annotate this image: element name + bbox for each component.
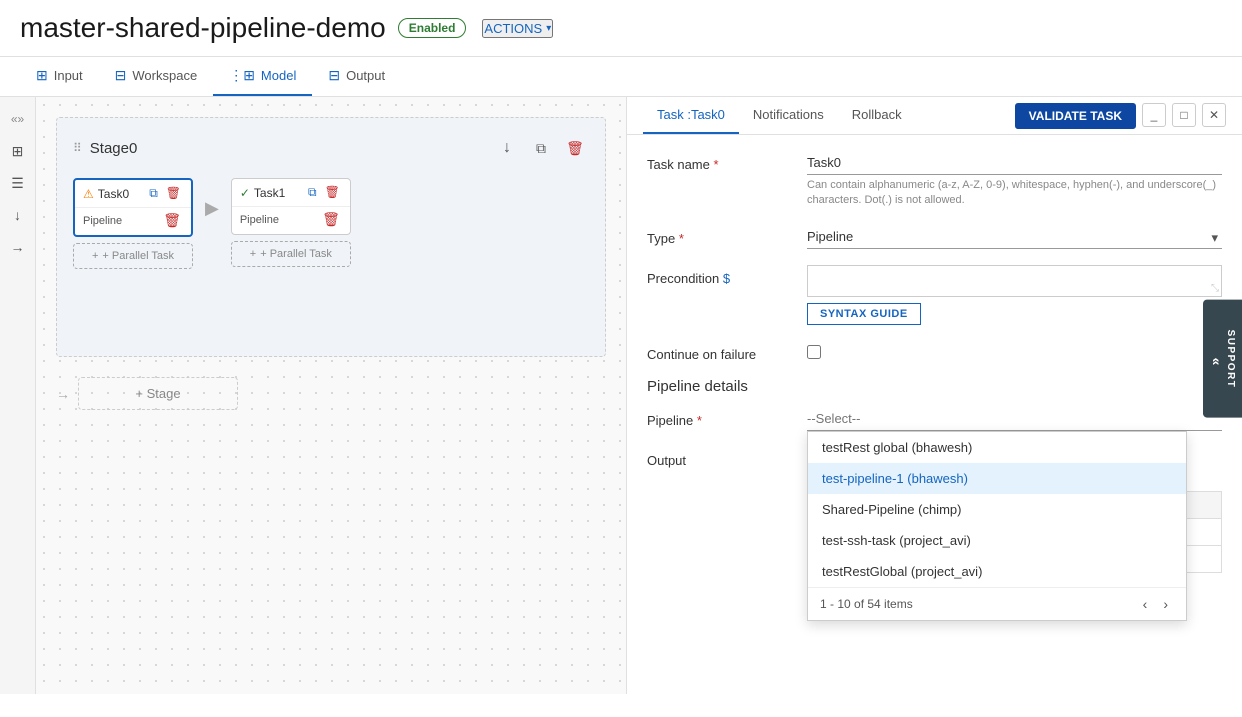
required-indicator: * xyxy=(714,157,719,172)
maximize-button[interactable]: □ xyxy=(1172,103,1196,127)
model-icon: ⋮⊞ xyxy=(229,67,255,84)
remove-task1-button[interactable]: 🗑 xyxy=(320,211,342,228)
support-tab[interactable]: SUPPORT « xyxy=(1203,299,1242,418)
task-card-task1[interactable]: ✓ Task1 ⧉ 🗑 Pipeline 🗑 xyxy=(231,178,351,235)
support-chevron-icon: « xyxy=(1209,358,1225,367)
right-panel: Task :Task0 Notifications Rollback VALID… xyxy=(626,97,1242,694)
download-icon-button[interactable]: ↓ xyxy=(4,201,32,229)
pipeline-details-title: Pipeline details xyxy=(647,378,1222,395)
task-name-hint: Can contain alphanumeric (a-z, A-Z, 0-9)… xyxy=(807,178,1222,209)
pipeline-label: Pipeline * xyxy=(647,407,807,428)
dropdown-footer: 1 - 10 of 54 items ‹ › xyxy=(808,587,1186,620)
stage-container: ⠿ Stage0 ↓ ⧉ 🗑 ⚠ Task0 xyxy=(56,117,606,357)
dropdown-item-5[interactable]: testRestGlobal (project_avi) xyxy=(808,556,1186,587)
page-header: master-shared-pipeline-demo Enabled ACTI… xyxy=(0,0,1242,57)
precondition-textarea-wrapper: ⤡ xyxy=(807,265,1222,297)
task-name-label: Task name * xyxy=(647,151,807,172)
task-card-task0[interactable]: ⚠ Task0 ⧉ 🗑 Pipeline 🗑 xyxy=(73,178,193,237)
tab-workspace[interactable]: ⊟ Workspace xyxy=(99,57,214,96)
actions-button[interactable]: ACTIONS ▾ xyxy=(482,19,553,38)
validate-task-button[interactable]: VALIDATE TASK xyxy=(1015,103,1136,129)
warning-icon: ⚠ xyxy=(83,187,94,201)
grid-icon-button[interactable]: ⊞ xyxy=(4,137,32,165)
collapse-sidebar-button[interactable]: «» xyxy=(4,105,32,133)
add-parallel-task1-button[interactable]: + + Parallel Task xyxy=(231,241,351,267)
copy-stage-button[interactable]: ⧉ xyxy=(527,134,555,162)
panel-body: Task name * Can contain alphanumeric (a-… xyxy=(627,135,1242,694)
arrow-connector: ▶ xyxy=(205,198,219,219)
tab-task[interactable]: Task :Task0 xyxy=(643,97,739,134)
tab-rollback[interactable]: Rollback xyxy=(838,97,916,134)
tab-input[interactable]: ⊞ Input xyxy=(20,57,99,96)
precondition-control: ⤡ SYNTAX GUIDE xyxy=(807,265,1222,325)
type-label: Type * xyxy=(647,225,807,246)
sidebar-icons: «» ⊞ ☰ ↓ → xyxy=(0,97,36,694)
remove-task0-button[interactable]: 🗑 xyxy=(161,212,183,229)
stage-name: Stage0 xyxy=(90,140,138,157)
plus-icon: + xyxy=(92,250,98,262)
stage-header: ⠿ Stage0 ↓ ⧉ 🗑 xyxy=(73,134,589,162)
copy-task1-button[interactable]: ⧉ xyxy=(306,185,319,200)
dropdown-item-2[interactable]: test-pipeline-1 (bhawesh) xyxy=(808,463,1186,494)
close-button[interactable]: ✕ xyxy=(1202,103,1226,127)
plus-icon-1: + xyxy=(250,248,256,260)
workspace-icon: ⊟ xyxy=(115,67,127,84)
pagination-next-button[interactable]: › xyxy=(1157,594,1174,614)
delete-task0-button[interactable]: 🗑 xyxy=(164,186,183,201)
continue-on-failure-checkbox[interactable] xyxy=(807,345,821,359)
task-name-row: Task name * Can contain alphanumeric (a-… xyxy=(647,151,1222,209)
output-icon: ⊟ xyxy=(328,67,340,84)
minimize-button[interactable]: _ xyxy=(1142,103,1166,127)
chevron-down-icon: ▾ xyxy=(546,23,551,34)
task-name-control: Can contain alphanumeric (a-z, A-Z, 0-9)… xyxy=(807,151,1222,209)
syntax-guide-button[interactable]: SYNTAX GUIDE xyxy=(807,303,921,325)
continue-on-failure-control xyxy=(807,341,1222,362)
pipeline-row: Pipeline * testRest global (bhawesh) tes… xyxy=(647,407,1222,431)
tasks-row: ⚠ Task0 ⧉ 🗑 Pipeline 🗑 xyxy=(73,178,589,269)
down-arrow-icon: → xyxy=(56,386,70,402)
main-content: «» ⊞ ☰ ↓ → ⠿ Stage0 ↓ ⧉ 🗑 xyxy=(0,97,1242,694)
pipeline-dropdown: testRest global (bhawesh) test-pipeline-… xyxy=(807,431,1187,621)
input-icon: ⊞ xyxy=(36,67,48,84)
pagination-label: 1 - 10 of 54 items xyxy=(820,597,913,611)
page-title: master-shared-pipeline-demo xyxy=(20,12,386,44)
enabled-badge: Enabled xyxy=(398,18,467,38)
arrow-icon-button[interactable]: → xyxy=(4,233,32,261)
layers-icon-button[interactable]: ☰ xyxy=(4,169,32,197)
canvas-area: ⠿ Stage0 ↓ ⧉ 🗑 ⚠ Task0 xyxy=(36,97,626,694)
type-row: Type * Pipeline xyxy=(647,225,1222,249)
dropdown-item-1[interactable]: testRest global (bhawesh) xyxy=(808,432,1186,463)
dropdown-item-3[interactable]: Shared-Pipeline (chimp) xyxy=(808,494,1186,525)
task-name-input[interactable] xyxy=(807,151,1222,175)
delete-stage-button[interactable]: 🗑 xyxy=(561,134,589,162)
panel-tabs: Task :Task0 Notifications Rollback VALID… xyxy=(627,97,1242,135)
pipeline-select-input[interactable] xyxy=(807,407,1222,431)
success-icon: ✓ xyxy=(240,186,250,200)
add-parallel-task0-button[interactable]: + + Parallel Task xyxy=(73,243,193,269)
nav-tabs: ⊞ Input ⊟ Workspace ⋮⊞ Model ⊟ Output xyxy=(0,57,1242,97)
pagination-prev-button[interactable]: ‹ xyxy=(1137,594,1154,614)
add-stage-button[interactable]: + Stage xyxy=(78,377,238,410)
tab-notifications[interactable]: Notifications xyxy=(739,97,838,134)
precondition-label: Precondition $ xyxy=(647,265,807,286)
output-label: Output xyxy=(647,447,807,468)
drag-handle-icon: ⠿ xyxy=(73,141,82,155)
continue-on-failure-row: Continue on failure xyxy=(647,341,1222,362)
tab-output[interactable]: ⊟ Output xyxy=(312,57,401,96)
download-stage-button[interactable]: ↓ xyxy=(493,134,521,162)
type-select[interactable]: Pipeline xyxy=(807,225,1222,249)
dropdown-item-4[interactable]: test-ssh-task (project_avi) xyxy=(808,525,1186,556)
resize-handle-icon: ⤡ xyxy=(1211,283,1219,294)
copy-task0-button[interactable]: ⧉ xyxy=(147,186,160,201)
tab-model[interactable]: ⋮⊞ Model xyxy=(213,57,312,96)
precondition-row: Precondition $ ⤡ SYNTAX GUIDE xyxy=(647,265,1222,325)
pipeline-select-wrapper: testRest global (bhawesh) test-pipeline-… xyxy=(807,407,1222,431)
precondition-input[interactable] xyxy=(812,270,1217,285)
type-control: Pipeline xyxy=(807,225,1222,249)
continue-on-failure-label: Continue on failure xyxy=(647,341,807,362)
delete-task1-button[interactable]: 🗑 xyxy=(323,185,342,200)
